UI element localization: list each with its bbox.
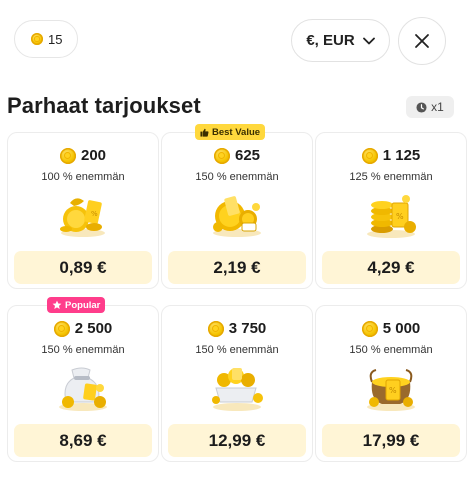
- coin-pile-small-icon: %: [60, 198, 105, 237]
- price-label: 0,89 €: [59, 257, 107, 277]
- offer-bonus: 125 % enemmän: [349, 171, 433, 183]
- svg-text:%: %: [91, 210, 98, 218]
- offer-card-1125[interactable]: 1 125 125 % enemmän % 4,29 €: [315, 132, 467, 289]
- clock-icon: [416, 101, 427, 113]
- offer-amount: 2 500: [8, 320, 158, 337]
- popular-badge: Popular: [47, 297, 106, 313]
- offer-card-625[interactable]: Best Value 625 150 % enemmän 2,19 €: [161, 124, 313, 289]
- coin-icon: [213, 147, 230, 164]
- price-label: 17,99 €: [362, 430, 420, 450]
- price-button[interactable]: 12,99 €: [168, 424, 306, 457]
- offer-bonus: 150 % enemmän: [349, 344, 433, 356]
- best-value-badge: Best Value: [195, 124, 266, 140]
- offer-bonus: 150 % enemmän: [41, 344, 125, 356]
- coin-icon: [361, 147, 378, 164]
- offer-amount: 1 125: [316, 147, 466, 164]
- coin-pot-icon: %: [367, 369, 415, 411]
- offer-amount: 3 750: [162, 320, 312, 337]
- currency-label: €, EUR: [306, 32, 355, 49]
- price-label: 4,29 €: [367, 257, 415, 277]
- offer-bonus: 150 % enemmän: [195, 344, 279, 356]
- price-button[interactable]: 2,19 €: [168, 251, 306, 284]
- coin-icon: [31, 33, 43, 45]
- offer-amount-value: 3 750: [228, 320, 267, 337]
- coin-pile-medium-icon: [213, 196, 261, 237]
- star-icon: [52, 300, 62, 309]
- coin-icon: [59, 147, 76, 164]
- offer-card-3750[interactable]: 3 750 150 % enemmän 12,99 €: [161, 305, 313, 462]
- price-button[interactable]: 0,89 €: [14, 251, 152, 284]
- coin-balance: 15: [14, 20, 78, 58]
- offer-amount-value: 2 500: [74, 320, 113, 337]
- price-label: 8,69 €: [59, 430, 107, 450]
- offer-card-5000[interactable]: 5 000 150 % enemmän % 17,99 €: [315, 305, 467, 462]
- coin-icon: [53, 320, 70, 337]
- offer-amount-value: 5 000: [382, 320, 421, 337]
- popular-label: Popular: [65, 299, 101, 311]
- offer-bonus: 100 % enemmän: [41, 171, 125, 183]
- currency-selector[interactable]: €, EUR: [291, 19, 390, 62]
- price-button[interactable]: 17,99 €: [322, 424, 460, 457]
- thumbs-up-icon: [200, 128, 209, 137]
- coin-icon: [207, 320, 224, 337]
- offer-amount-value: 625: [234, 147, 261, 164]
- section-title: Parhaat tarjoukset: [7, 93, 201, 118]
- price-label: 2,19 €: [213, 257, 261, 277]
- offer-bonus: 150 % enemmän: [195, 171, 279, 183]
- offer-amount: 200: [8, 147, 158, 164]
- best-value-label: Best Value: [212, 126, 261, 138]
- coin-cart-icon: [212, 368, 263, 411]
- offer-timer-badge: x1: [406, 96, 454, 118]
- svg-text:%: %: [389, 386, 397, 395]
- offer-amount: 5 000: [316, 320, 466, 337]
- coin-icon: [361, 320, 378, 337]
- coin-sack-icon: [59, 367, 107, 411]
- close-button[interactable]: [398, 17, 446, 65]
- coin-stack-icon: %: [367, 195, 416, 238]
- timer-count: x1: [431, 100, 444, 114]
- offer-card-200[interactable]: 200 100 % enemmän % 0,89 €: [7, 132, 159, 289]
- close-icon: [415, 34, 429, 48]
- offer-amount: 625: [162, 147, 312, 164]
- coin-balance-value: 15: [48, 31, 63, 47]
- price-button[interactable]: 4,29 €: [322, 251, 460, 284]
- price-label: 12,99 €: [208, 430, 266, 450]
- offer-amount-value: 200: [80, 147, 107, 164]
- offer-amount-value: 1 125: [382, 147, 421, 164]
- price-button[interactable]: 8,69 €: [14, 424, 152, 457]
- top-bar: 15 €, EUR: [0, 0, 468, 80]
- chevron-down-icon: [362, 37, 375, 44]
- svg-text:%: %: [396, 212, 404, 221]
- offer-card-2500[interactable]: Popular 2 500 150 % enemmän 8,69 €: [7, 297, 159, 462]
